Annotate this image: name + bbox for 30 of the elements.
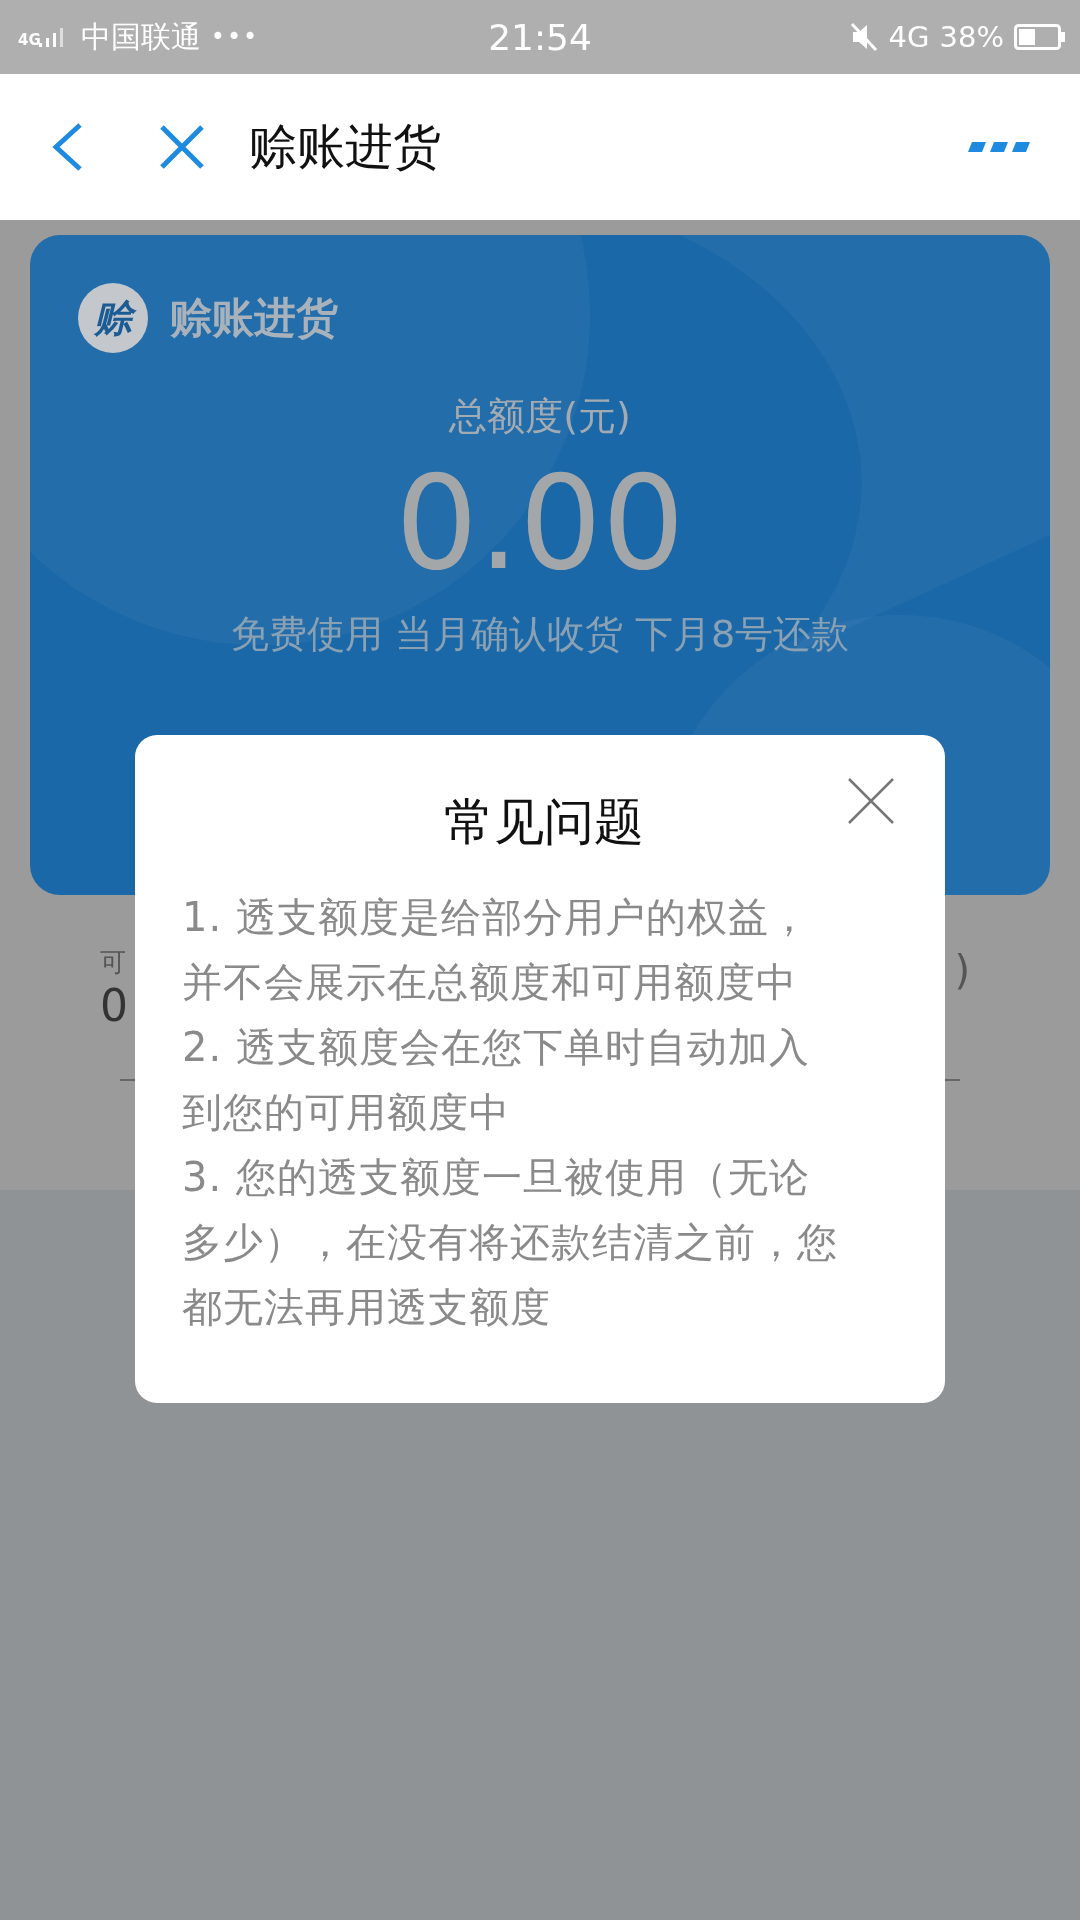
back-icon[interactable] <box>50 122 84 172</box>
carrier-name: 中国联通 <box>80 17 201 56</box>
faq-text: 到您的可用额度中 <box>182 1088 510 1137</box>
faq-text: 多少），在没有将还款结清之前，您 <box>182 1218 838 1267</box>
close-icon[interactable] <box>847 777 895 825</box>
total-limit-label: 总额度(元) <box>449 393 631 440</box>
faq-text: 1. 透支额度是给部分用户的权益， <box>182 893 810 942</box>
signal-icon <box>38 25 65 49</box>
faq-text: 并不会展示在总额度和可用额度中 <box>182 958 797 1007</box>
faq-text: 都无法再用透支额度 <box>182 1283 551 1332</box>
network-label: 4G <box>18 30 41 49</box>
faq-text: 3. 您的透支额度一旦被使用（无论 <box>182 1153 810 1202</box>
available-limit-value: 0 <box>100 980 128 1031</box>
battery-level: 38% <box>939 20 1004 54</box>
logo-badge: 赊 <box>78 283 148 353</box>
battery-icon <box>1014 24 1066 50</box>
clock: 21:54 <box>487 16 593 58</box>
notification-dots: ••• <box>210 23 260 51</box>
total-limit-amount: 0.00 <box>395 452 685 595</box>
limit-label: ) <box>954 946 970 995</box>
dialog-title: 常见问题 <box>443 792 644 853</box>
page-title: 赊账进货 <box>249 117 442 176</box>
repayment-note: 免费使用 当月确认收货 下月8号还款 <box>230 611 850 658</box>
network-type: 4G <box>888 20 930 54</box>
faq-text: 2. 透支额度会在您下单时自动加入 <box>182 1023 810 1072</box>
mute-icon <box>848 21 879 53</box>
available-limit-label: 可 <box>100 946 127 979</box>
close-icon[interactable] <box>159 124 205 170</box>
more-icon[interactable] <box>968 141 1032 153</box>
card-title: 赊账进货 <box>170 292 338 344</box>
